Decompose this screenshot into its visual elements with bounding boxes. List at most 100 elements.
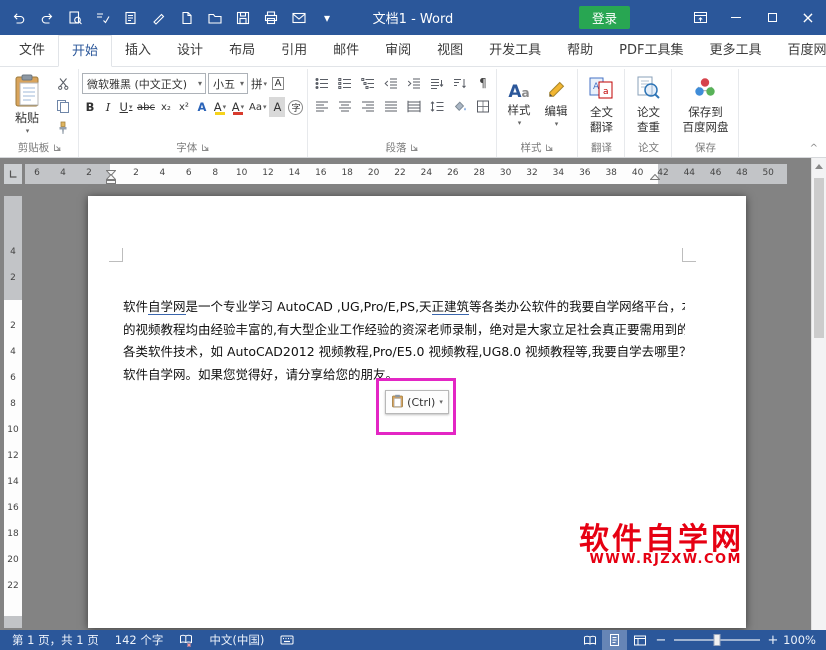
zoom-in-button[interactable]: + <box>764 630 782 650</box>
read-mode-button[interactable] <box>577 630 602 650</box>
paragraph-dialog-launcher[interactable] <box>410 143 419 152</box>
decrease-indent-button[interactable] <box>380 73 401 93</box>
font-name-combo[interactable]: 微软雅黑 (中文正文)▾ <box>82 73 206 94</box>
align-center-button[interactable] <box>334 96 355 116</box>
tab-file[interactable]: 文件 <box>6 35 58 66</box>
font-color-button[interactable]: A▾ <box>230 97 246 117</box>
superscript-button[interactable]: x² <box>176 97 192 117</box>
tab-help[interactable]: 帮助 <box>554 35 606 66</box>
shading-button[interactable] <box>449 96 470 116</box>
font-dialog-launcher[interactable] <box>201 143 210 152</box>
copy-button[interactable] <box>51 96 75 115</box>
save-icon[interactable] <box>232 7 254 29</box>
undo-icon[interactable] <box>8 7 30 29</box>
tab-home[interactable]: 开始 <box>58 35 112 67</box>
spelling-icon[interactable] <box>92 7 114 29</box>
tab-design[interactable]: 设计 <box>164 35 216 66</box>
zoom-slider[interactable] <box>674 639 760 641</box>
word-count-status[interactable]: 142 个字 <box>107 632 172 648</box>
text-effects-button[interactable]: A <box>194 97 210 117</box>
hanging-indent-marker[interactable] <box>106 173 116 188</box>
tab-mailings[interactable]: 邮件 <box>320 35 372 66</box>
maximize-button[interactable] <box>754 0 790 35</box>
tab-pdf-tools[interactable]: PDF工具集 <box>606 35 696 66</box>
font-size-combo[interactable]: 小五▾ <box>208 73 248 94</box>
borders-button[interactable] <box>472 96 493 116</box>
styles-dialog-launcher[interactable] <box>545 143 554 152</box>
ruler-number: 46 <box>710 168 721 178</box>
italic-button[interactable]: I <box>100 97 116 117</box>
align-left-button[interactable] <box>311 96 332 116</box>
numbering-button[interactable] <box>334 73 355 93</box>
justify-button[interactable] <box>380 96 401 116</box>
tab-view[interactable]: 视图 <box>424 35 476 66</box>
tab-developer[interactable]: 开发工具 <box>476 35 554 66</box>
redo-icon[interactable] <box>36 7 58 29</box>
distribute-button[interactable] <box>403 96 424 116</box>
bullets-button[interactable] <box>311 73 332 93</box>
h-ruler[interactable]: 6422468101214161820222426283032343638404… <box>25 164 787 184</box>
enclose-characters-button[interactable]: 字 <box>287 97 304 117</box>
change-case-button[interactable]: Aa▾ <box>248 97 267 117</box>
phonetic-guide-button[interactable]: 拼▾ <box>250 74 268 94</box>
sort-button[interactable] <box>449 73 470 93</box>
proofing-errors-icon[interactable] <box>171 633 201 647</box>
zoom-percentage[interactable]: 100% <box>782 633 822 647</box>
tab-review[interactable]: 审阅 <box>372 35 424 66</box>
asian-layout-button[interactable] <box>426 73 447 93</box>
tab-more-tools[interactable]: 更多工具 <box>697 35 775 66</box>
scrollbar-thumb[interactable] <box>814 178 824 338</box>
show-paragraph-marks-button[interactable]: ¶ <box>472 73 493 93</box>
full-text-translate-button[interactable]: Aa 全文 翻译 <box>581 70 621 138</box>
vertical-scrollbar[interactable] <box>811 158 826 630</box>
tab-baidu-pan[interactable]: 百度网盘 <box>775 35 826 66</box>
highlight-color-button[interactable]: A▾ <box>212 97 228 117</box>
bold-button[interactable]: B <box>82 97 98 117</box>
new-document-icon[interactable] <box>176 7 198 29</box>
page-number-status[interactable]: 第 1 页，共 1 页 <box>4 632 107 648</box>
v-ruler[interactable]: 42246810121416182022 <box>4 196 22 628</box>
multilevel-list-button[interactable] <box>357 73 378 93</box>
tab-references[interactable]: 引用 <box>268 35 320 66</box>
language-status[interactable]: 中文(中国) <box>201 632 272 648</box>
strikethrough-button[interactable]: abc <box>136 97 156 117</box>
edit-document-icon[interactable] <box>120 7 142 29</box>
styles-button[interactable]: Aa 样式 ▾ <box>500 70 537 138</box>
increase-indent-button[interactable] <box>403 73 424 93</box>
clipboard-dialog-launcher[interactable] <box>53 143 62 152</box>
subscript-button[interactable]: x₂ <box>158 97 174 117</box>
close-button[interactable]: × <box>790 0 826 35</box>
collapse-ribbon-button[interactable]: ^ <box>810 143 818 154</box>
format-painter-button[interactable] <box>51 118 75 137</box>
print-layout-button[interactable] <box>602 630 627 650</box>
print-icon[interactable] <box>260 7 282 29</box>
line-spacing-button[interactable] <box>426 96 447 116</box>
cut-button[interactable] <box>51 74 75 93</box>
zoom-out-button[interactable]: − <box>652 630 670 650</box>
paper-check-button[interactable]: 论文 查重 <box>628 70 668 138</box>
save-to-baidu-button[interactable]: 保存到 百度网盘 <box>675 70 735 138</box>
tab-layout[interactable]: 布局 <box>216 35 268 66</box>
web-layout-button[interactable] <box>627 630 652 650</box>
tab-selector-button[interactable] <box>4 164 22 184</box>
scroll-up-button[interactable] <box>812 158 826 174</box>
ink-pen-icon[interactable] <box>148 7 170 29</box>
print-preview-icon[interactable] <box>64 7 86 29</box>
tab-insert[interactable]: 插入 <box>112 35 164 66</box>
character-border-button[interactable]: A <box>270 74 286 94</box>
paste-options-button[interactable]: (Ctrl) ▾ <box>385 390 449 414</box>
customize-qat-icon[interactable]: ▾ <box>316 7 338 29</box>
document-page[interactable]: 软件自学网是一个专业学习 AutoCAD ,UG,Pro/E,PS,天正建筑等各… <box>88 196 746 628</box>
open-icon[interactable] <box>204 7 226 29</box>
character-shading-button[interactable]: A <box>269 97 285 117</box>
ribbon-display-options-button[interactable] <box>682 0 718 35</box>
underline-button[interactable]: U▾ <box>118 97 134 117</box>
minimize-button[interactable] <box>718 0 754 35</box>
email-icon[interactable] <box>288 7 310 29</box>
paste-button[interactable]: 粘贴 ▾ <box>5 70 49 138</box>
align-right-button[interactable] <box>357 96 378 116</box>
macro-record-icon[interactable] <box>272 634 302 646</box>
login-button[interactable]: 登录 <box>579 6 630 29</box>
zoom-slider-knob[interactable] <box>714 634 721 646</box>
document-text[interactable]: 软件自学网是一个专业学习 AutoCAD ,UG,Pro/E,PS,天正建筑等各… <box>123 296 685 386</box>
